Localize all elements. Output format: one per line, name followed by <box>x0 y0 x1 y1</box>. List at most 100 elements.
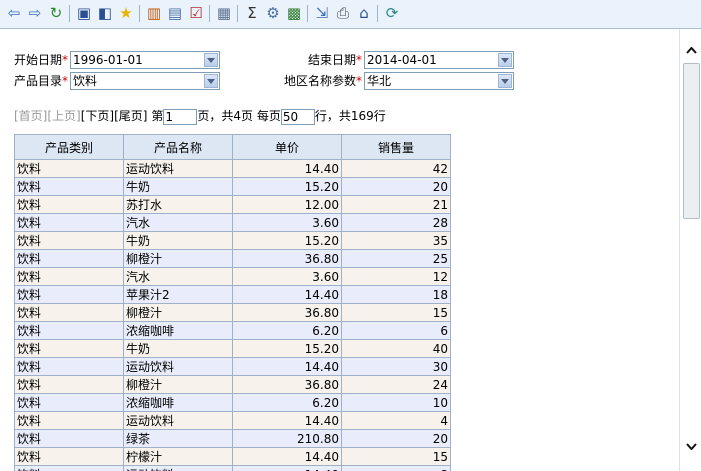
product-cell: 柳橙汁 <box>123 375 233 394</box>
column-header[interactable]: 单价 <box>232 134 342 160</box>
table-header-row: 产品类别 产品名称 单价 销售量 <box>14 134 451 160</box>
scrollbar-thumb[interactable] <box>683 63 700 219</box>
product-cell: 绿茶 <box>123 429 233 448</box>
sigma-icon[interactable]: Σ <box>242 3 262 23</box>
region-value: 华北 <box>367 74 392 88</box>
chevron-down-icon[interactable] <box>498 53 512 67</box>
refresh-icon[interactable]: ↻ <box>46 3 66 23</box>
page-suffix: 页，共4页 <box>197 109 253 123</box>
price-cell: 14.40 <box>232 447 342 466</box>
product-cell: 柠檬汁 <box>123 447 233 466</box>
category-cell: 饮料 <box>14 195 124 214</box>
next-page-icon[interactable]: ⇨ <box>25 3 45 23</box>
catalog-select[interactable]: 饮料 <box>70 72 220 90</box>
price-cell: 14.40 <box>232 159 342 178</box>
export-icon[interactable]: ◧ <box>95 3 115 23</box>
product-cell: 浓缩咖啡 <box>123 321 233 340</box>
column-header[interactable]: 产品类别 <box>14 134 124 160</box>
end-date-field[interactable]: 2014-04-01 <box>364 51 514 69</box>
column-header[interactable]: 产品名称 <box>123 134 233 160</box>
chevron-down-icon[interactable] <box>498 74 512 88</box>
sales-table: 产品类别 产品名称 单价 销售量 饮料 运动饮料 14.40 42 饮料 牛奶 15.20 2… <box>14 134 451 471</box>
quantity-cell: 15 <box>341 447 451 466</box>
product-cell: 运动饮料 <box>123 159 233 178</box>
last-page-link[interactable]: [尾页] <box>114 109 147 123</box>
table-row: 饮料运动饮料14.408 <box>14 465 451 471</box>
import-icon[interactable]: ⇲ <box>312 3 332 23</box>
category-cell: 饮料 <box>14 447 124 466</box>
region-select[interactable]: 华北 <box>364 72 514 90</box>
start-date-label: 开始日期* <box>14 53 69 67</box>
product-cell: 牛奶 <box>123 231 233 250</box>
quantity-cell: 28 <box>341 213 451 232</box>
page-size-input[interactable] <box>280 108 315 125</box>
toolbar-separator <box>237 5 238 22</box>
checklist-icon[interactable]: ☑ <box>186 3 206 23</box>
category-cell: 饮料 <box>14 159 124 178</box>
quantity-cell: 15 <box>341 303 451 322</box>
product-cell: 柳橙汁 <box>123 249 233 268</box>
price-cell: 3.60 <box>232 213 342 232</box>
price-cell: 3.60 <box>232 267 342 286</box>
column-header[interactable]: 销售量 <box>341 134 451 160</box>
price-cell: 36.80 <box>232 375 342 394</box>
category-cell: 饮料 <box>14 321 124 340</box>
vertical-scrollbar[interactable] <box>679 29 701 471</box>
settings-icon[interactable]: ⚙ <box>263 3 283 23</box>
prev-page-link[interactable]: [上页] <box>47 109 80 123</box>
print-icon[interactable]: ⎙ <box>333 3 353 23</box>
report-content: 开始日期* 1996-01-01 结束日期* 2014-04-01 产品目录* … <box>0 29 679 471</box>
product-cell: 牛奶 <box>123 177 233 196</box>
first-page-icon[interactable]: ⇦ <box>4 3 24 23</box>
region-label: 地区名称参数* <box>283 74 362 88</box>
price-cell: 14.40 <box>232 357 342 376</box>
save-icon[interactable]: ▣ <box>74 3 94 23</box>
product-cell: 运动饮料 <box>123 357 233 376</box>
quantity-cell: 6 <box>341 321 451 340</box>
table-row: 饮料 浓缩咖啡 6.20 10 <box>14 393 451 412</box>
first-page-link[interactable]: [首页] <box>14 109 47 123</box>
toolbar-separator <box>209 5 210 22</box>
chevron-down-icon[interactable] <box>204 53 218 67</box>
page-prefix: 第 <box>151 109 164 123</box>
window-icon[interactable]: ▤ <box>165 3 185 23</box>
quantity-cell: 20 <box>341 429 451 448</box>
price-cell: 15.20 <box>232 177 342 196</box>
toolbar-separator <box>377 5 378 22</box>
product-cell: 柳橙汁 <box>123 303 233 322</box>
favorite-icon[interactable]: ★ <box>116 3 136 23</box>
table-row: 饮料 运动饮料 14.40 30 <box>14 357 451 376</box>
category-cell: 饮料 <box>14 231 124 250</box>
next-page-link[interactable]: [下页] <box>81 109 114 123</box>
table-row: 饮料 牛奶 15.20 20 <box>14 177 451 196</box>
quantity-cell: 30 <box>341 357 451 376</box>
category-cell: 饮料 <box>14 429 124 448</box>
chevron-down-icon[interactable] <box>204 74 218 88</box>
price-cell: 36.80 <box>232 303 342 322</box>
price-cell: 210.80 <box>232 429 342 448</box>
excel-icon[interactable]: ▩ <box>284 3 304 23</box>
category-cell: 饮料 <box>14 267 124 286</box>
end-date-label: 结束日期* <box>307 53 362 67</box>
product-cell: 浓缩咖啡 <box>123 393 233 412</box>
print-preview-icon[interactable]: ▦ <box>214 3 234 23</box>
chart-icon[interactable]: ▥ <box>144 3 164 23</box>
scroll-up-icon[interactable] <box>680 39 701 61</box>
price-cell: 6.20 <box>232 321 342 340</box>
price-cell: 14.40 <box>232 465 342 471</box>
product-cell: 运动饮料 <box>123 465 233 471</box>
category-cell: 饮料 <box>14 375 124 394</box>
scroll-down-icon[interactable] <box>680 435 701 457</box>
toolbar: ⇦ ⇨ ↻ ▣ ◧ ★ ▥ ▤ ☑ ▦ Σ ⚙ ▩ ⇲ ⎙ ⌂ ⟳ <box>0 0 701 29</box>
category-cell: 饮料 <box>14 249 124 268</box>
table-row: 饮料 运动饮料 14.40 4 <box>14 411 451 430</box>
price-cell: 15.20 <box>232 339 342 358</box>
quantity-cell: 12 <box>341 267 451 286</box>
price-cell: 6.20 <box>232 393 342 412</box>
start-date-field[interactable]: 1996-01-01 <box>70 51 220 69</box>
home-icon[interactable]: ⌂ <box>354 3 374 23</box>
page-number-input[interactable] <box>163 108 198 125</box>
sync-icon[interactable]: ⟳ <box>382 3 402 23</box>
quantity-cell: 4 <box>341 411 451 430</box>
table-row: 饮料 绿茶 210.80 20 <box>14 429 451 448</box>
